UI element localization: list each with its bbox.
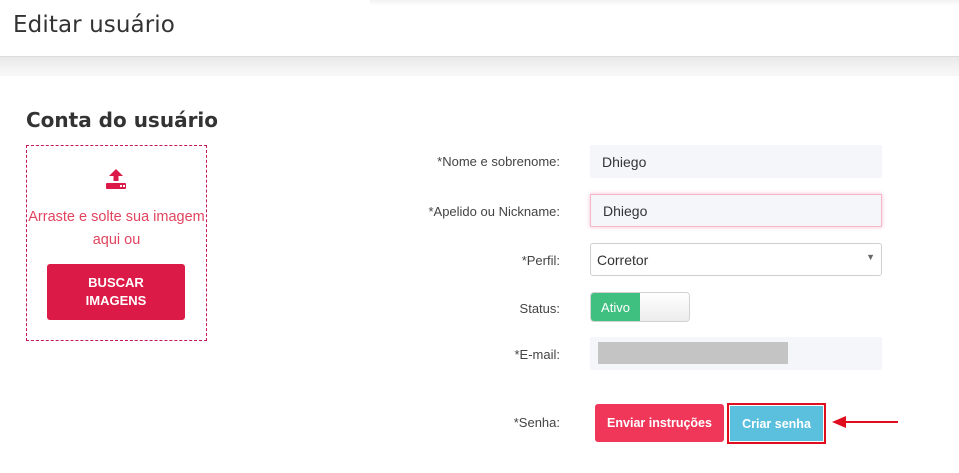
browse-images-button[interactable]: BUSCAR IMAGENS — [47, 264, 185, 320]
status-toggle-on: Ativo — [591, 293, 640, 321]
image-dropzone[interactable]: Arraste e solte sua imagem aqui ou BUSCA… — [26, 145, 207, 341]
profile-select[interactable]: Corretor ▼ — [590, 243, 882, 276]
header-divider-band — [0, 56, 959, 76]
section-title: Conta do usuário — [26, 108, 219, 132]
header-strip — [370, 0, 959, 6]
status-toggle[interactable]: Ativo — [590, 292, 690, 322]
name-field[interactable]: Dhiego — [590, 145, 882, 178]
create-password-button[interactable]: Criar senha — [730, 406, 823, 441]
upload-icon — [106, 169, 126, 189]
dropzone-text: Arraste e solte sua imagem aqui ou — [28, 209, 205, 248]
profile-label: *Perfil: — [521, 253, 560, 268]
page-header: Editar usuário — [0, 0, 959, 56]
password-label: *Senha: — [513, 415, 560, 430]
status-label: Status: — [519, 301, 560, 316]
arrow-left-icon — [832, 416, 898, 428]
nickname-field[interactable]: Dhiego — [590, 194, 882, 227]
profile-select-value: Corretor — [597, 251, 649, 268]
nickname-label: *Apelido ou Nickname: — [428, 204, 560, 219]
email-redacted-block — [598, 342, 788, 364]
page-title: Editar usuário — [13, 12, 175, 38]
name-label: *Nome e sobrenome: — [437, 154, 560, 169]
email-label: *E-mail: — [514, 347, 560, 362]
nickname-field-value: Dhiego — [603, 202, 648, 219]
status-toggle-knob — [640, 293, 689, 321]
chevron-down-icon: ▼ — [866, 252, 875, 262]
email-field[interactable] — [590, 337, 882, 370]
name-field-value: Dhiego — [602, 153, 647, 170]
send-instructions-button[interactable]: Enviar instruções — [595, 404, 724, 442]
